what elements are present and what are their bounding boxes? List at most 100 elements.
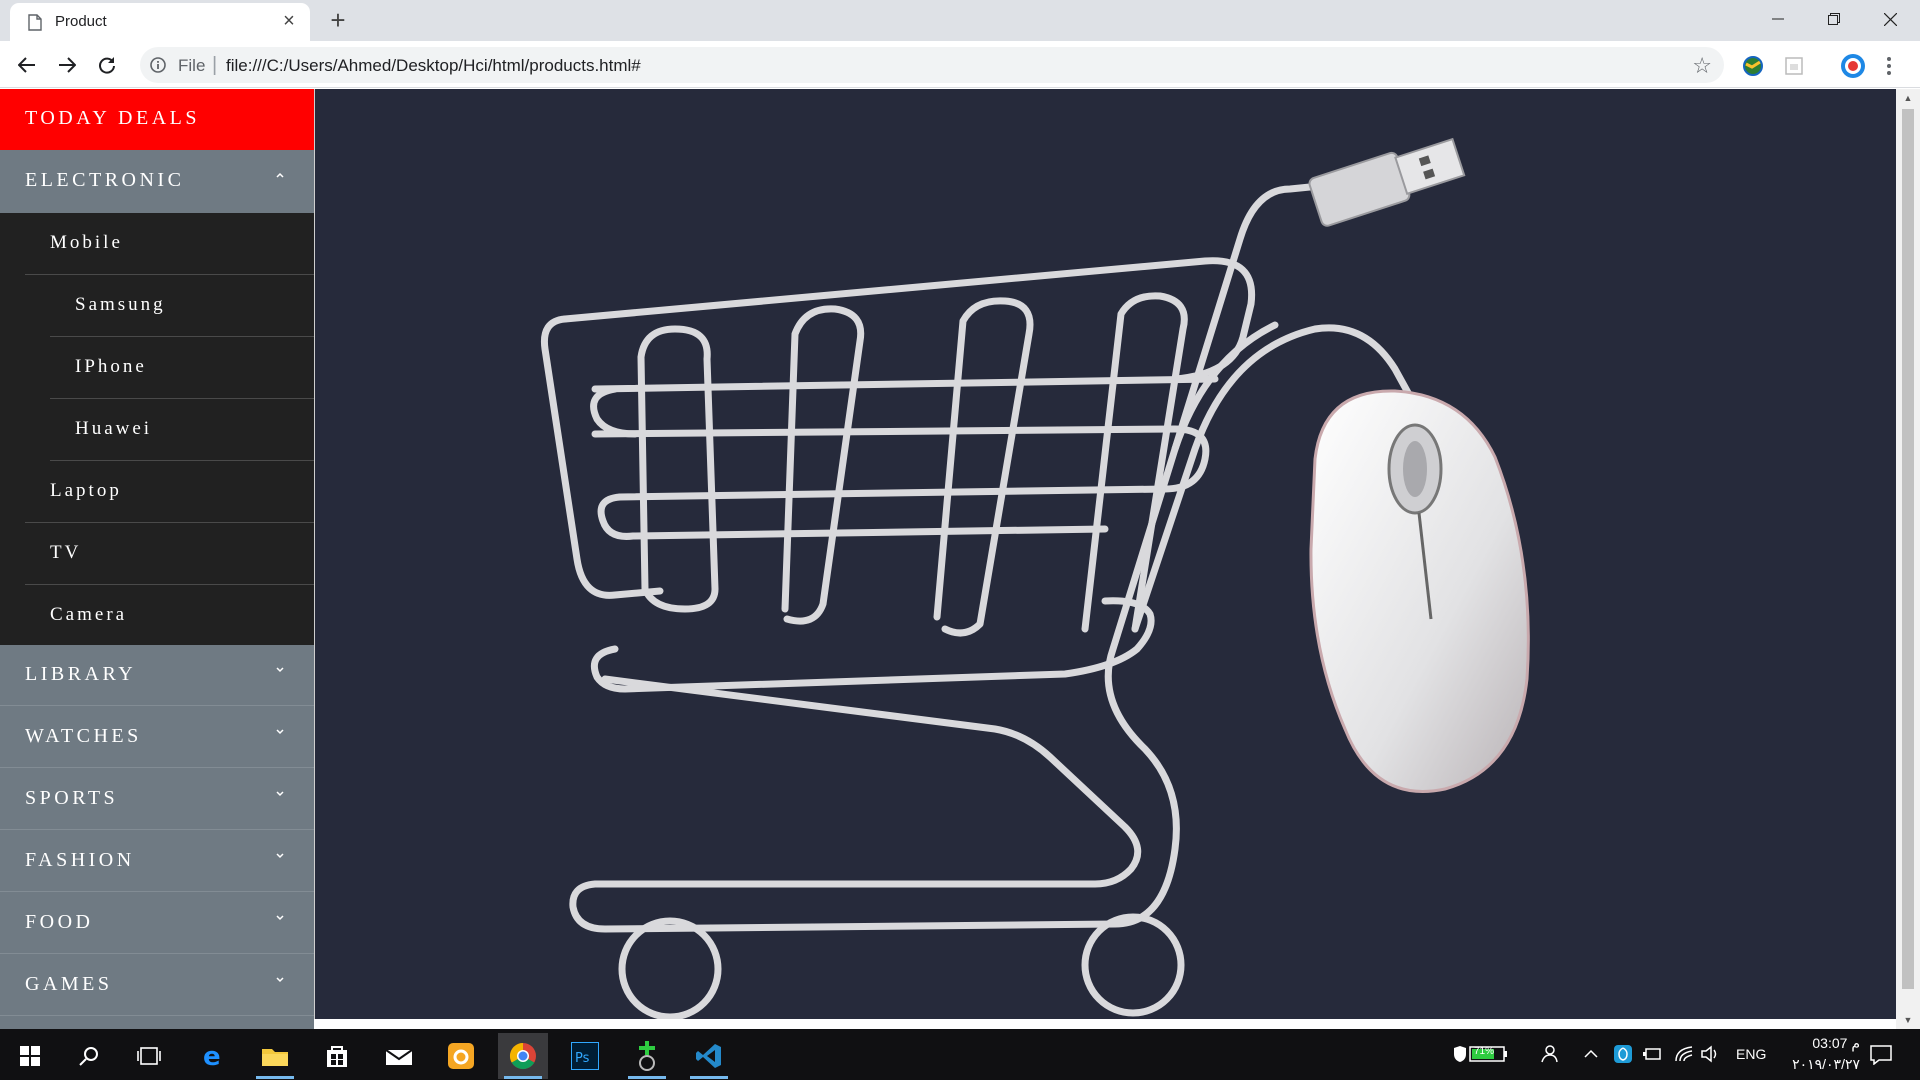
submenu-item-tv[interactable]: TV [25,523,314,585]
chevron-up-icon[interactable] [1584,1049,1598,1059]
windows-taskbar: e Ps 71% ENG 03:07 م ٢٠١٩/٠٣/٢٧ [0,1029,1920,1080]
submenu-item-huawei[interactable]: Huawei [50,399,314,461]
clock-date[interactable]: ٢٠١٩/٠٣/٢٧ [1780,1056,1860,1073]
submenu-item-label: Samsung [75,294,166,315]
mouse-image [1309,389,1530,793]
submenu-item-label: Mobile [50,232,123,253]
wifi-icon[interactable] [1674,1045,1694,1063]
sidebar-item-electronic[interactable]: ELECTRONIC [0,151,314,212]
menu-dots-icon[interactable] [1885,55,1893,77]
task-view-button[interactable] [124,1033,174,1079]
mail-envelope-icon [385,1049,413,1065]
shopping-cart-mouse-image [540,137,1530,1019]
arrow-right-icon [59,57,76,73]
chevron-down-icon [276,853,284,859]
close-window-button[interactable] [1862,0,1918,38]
task-view-icon [137,1047,161,1065]
chevron-down-icon [276,915,284,921]
forward-button[interactable] [52,50,82,80]
active-indicator [690,1076,728,1079]
submenu-item-laptop[interactable]: Laptop [25,461,314,523]
sidebar-item-today-deals[interactable]: TODAY DEALS [0,89,314,150]
scrollbar-thumb[interactable] [1902,109,1914,989]
chevron-down-icon [276,729,284,735]
active-indicator [256,1076,294,1079]
active-indicator [504,1076,542,1079]
sidebar-menu: TODAY DEALS ELECTRONIC Mobile Samsung IP… [0,89,314,1029]
power-plug-icon[interactable] [1642,1047,1662,1061]
page-scrollbar[interactable]: ▲ ▼ [1896,89,1920,1029]
bookmark-star-icon[interactable]: ☆ [1692,53,1712,79]
submenu-item-label: Camera [50,604,128,625]
active-indicator [628,1076,666,1079]
people-icon[interactable] [1538,1045,1558,1063]
url-text[interactable]: file:///C:/Users/Ahmed/Desktop/Hci/html/… [226,56,641,76]
restore-button[interactable] [1806,0,1862,38]
submenu-item-samsung[interactable]: Samsung [50,275,314,337]
windows-logo-icon [20,1046,40,1066]
taskbar-vscode[interactable] [684,1033,734,1079]
tab-title: Product [55,13,107,30]
svg-text:e: e [203,1043,221,1069]
sidebar-item-watches[interactable]: WATCHES [0,707,314,768]
start-button[interactable] [5,1033,55,1079]
chevron-down-icon [276,977,284,983]
sidebar-item-library[interactable]: LIBRARY [0,645,314,706]
info-icon[interactable] [150,57,166,73]
photoshop-icon: Ps [571,1042,599,1070]
sidebar-item-label: LIBRARY [25,663,137,685]
product-hero-area [314,89,1896,1019]
submenu-item-label: Laptop [50,480,122,501]
notifications-icon[interactable] [1870,1045,1892,1065]
new-tab-button[interactable]: + [324,6,352,34]
submenu-item-label: TV [50,542,82,563]
submenu-item-camera[interactable]: Camera [25,585,314,647]
battery-percent: 71% [1474,1046,1495,1057]
browser-tab[interactable]: Product × [10,3,310,41]
taskbar-store[interactable] [312,1033,362,1079]
submenu-item-mobile[interactable]: Mobile [25,213,314,275]
sidebar-item-label: FOOD [25,911,94,933]
taskbar-photoshop[interactable]: Ps [560,1033,610,1079]
sidebar-item-label: SPORTS [25,787,119,809]
submenu-item-iphone[interactable]: IPhone [50,337,314,399]
taskbar-chrome[interactable] [498,1033,548,1079]
extension-globe-icon[interactable] [1742,55,1764,77]
chrome-icon [509,1042,536,1070]
extension-box-icon[interactable] [1783,55,1805,77]
defender-shield-icon[interactable] [1614,1045,1632,1063]
taskbar-file-explorer[interactable] [250,1033,300,1079]
taskbar-edge[interactable]: e [188,1033,238,1079]
reload-icon [99,57,115,74]
page-viewport: TODAY DEALS ELECTRONIC Mobile Samsung IP… [0,89,1920,1029]
sidebar-item-label: TODAY DEALS [25,107,200,129]
minimize-button[interactable] [1750,0,1806,38]
language-indicator[interactable]: ENG [1736,1046,1766,1062]
browser-toolbar: File | file:///C:/Users/Ahmed/Desktop/Hc… [0,41,1920,88]
sidebar-item-fashion[interactable]: FASHION [0,831,314,892]
sidebar-item-games[interactable]: GAMES [0,955,314,1016]
sidebar-item-label: ELECTRONIC [25,169,185,191]
browser-tab-strip: Product × + [0,0,1920,41]
volume-icon[interactable] [1700,1045,1720,1063]
scroll-up-arrow-icon[interactable]: ▲ [1903,93,1913,103]
taskbar-uc-browser[interactable] [436,1033,486,1079]
search-button[interactable] [64,1033,114,1079]
close-tab-icon[interactable]: × [280,11,298,31]
address-bar[interactable]: File | file:///C:/Users/Ahmed/Desktop/Hc… [140,47,1724,83]
back-button[interactable] [12,50,42,80]
svg-text:Ps: Ps [575,1051,590,1066]
clock-time[interactable]: 03:07 م [1790,1035,1860,1052]
taskbar-mail[interactable] [374,1033,424,1079]
scroll-down-arrow-icon[interactable]: ▼ [1903,1015,1913,1025]
taskbar-cash-app[interactable] [622,1033,672,1079]
store-bag-icon [327,1046,347,1067]
sidebar-item-label: WATCHES [25,725,142,747]
profile-avatar-icon[interactable] [1840,53,1866,79]
sidebar-item-sports[interactable]: SPORTS [0,769,314,830]
uc-browser-icon [448,1043,474,1069]
sidebar-item-food[interactable]: FOOD [0,893,314,954]
reload-button[interactable] [92,50,122,80]
submenu-item-label: Huawei [75,418,153,439]
minimize-icon [1772,18,1784,20]
